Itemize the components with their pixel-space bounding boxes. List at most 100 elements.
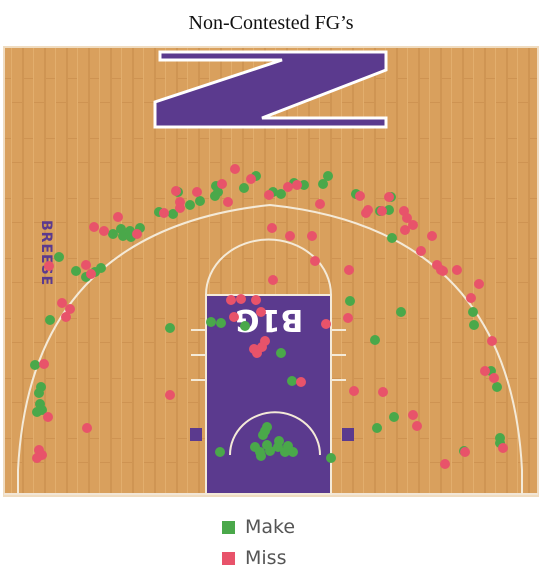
shot-miss-point [438, 266, 448, 276]
shot-miss-point [251, 295, 261, 305]
shot-make-point [469, 320, 479, 330]
shot-miss-point [384, 192, 394, 202]
shot-make-point [468, 307, 478, 317]
shot-miss-point [344, 265, 354, 275]
shot-make-point [287, 376, 297, 386]
shot-miss-point [226, 295, 236, 305]
shot-miss-point [377, 206, 387, 216]
shot-miss-point [267, 223, 277, 233]
legend-label-miss: Miss [245, 547, 287, 569]
shot-make-point [206, 317, 216, 327]
shot-miss-point [217, 179, 227, 189]
shot-make-point [32, 407, 42, 417]
block-left [190, 428, 202, 441]
shot-miss-point [192, 187, 202, 197]
shot-make-point [396, 307, 406, 317]
shot-make-point [239, 183, 249, 193]
shot-miss-point [57, 298, 67, 308]
shot-miss-point [230, 164, 240, 174]
shot-miss-point [343, 313, 353, 323]
shot-miss-point [412, 421, 422, 431]
shot-make-point [36, 382, 46, 392]
shot-miss-point [361, 208, 371, 218]
shot-miss-point [229, 312, 239, 322]
shot-miss-point [32, 453, 42, 463]
shot-make-point [54, 252, 64, 262]
shot-miss-point [416, 246, 426, 256]
shot-miss-point [355, 191, 365, 201]
shot-make-point [345, 296, 355, 306]
shot-make-point [215, 447, 225, 457]
shot-make-point [216, 318, 226, 328]
shot-make-point [276, 348, 286, 358]
b1g-logo: B1G [235, 302, 303, 337]
shot-make-point [288, 447, 298, 457]
shot-miss-point [460, 447, 470, 457]
shot-miss-point [132, 229, 142, 239]
shot-miss-point [268, 275, 278, 285]
shot-miss-point [480, 366, 490, 376]
shot-make-point [240, 321, 250, 331]
shot-miss-point [498, 443, 508, 453]
shot-make-point [96, 263, 106, 273]
shot-miss-point [427, 231, 437, 241]
shot-make-point [323, 171, 333, 181]
shot-miss-point [252, 348, 262, 358]
shot-miss-point [466, 293, 476, 303]
shot-miss-point [223, 197, 233, 207]
shot-miss-point [378, 387, 388, 397]
chart-title: Non-Contested FG’s [189, 12, 354, 34]
shot-miss-point [310, 256, 320, 266]
shot-miss-point [159, 208, 169, 218]
shot-make-point [372, 423, 382, 433]
sideline-text: BREESE [38, 220, 54, 286]
shot-make-point [185, 200, 195, 210]
shot-miss-point [246, 174, 256, 184]
shot-miss-point [175, 203, 185, 213]
shot-miss-point [44, 261, 54, 271]
shot-miss-point [39, 359, 49, 369]
shot-miss-point [296, 377, 306, 387]
shot-miss-point [292, 180, 302, 190]
shot-miss-point [349, 386, 359, 396]
shot-miss-point [307, 231, 317, 241]
shot-miss-point [236, 294, 246, 304]
legend-swatch-miss [222, 551, 235, 565]
shot-miss-point [171, 186, 181, 196]
shot-make-point [195, 196, 205, 206]
shot-make-point [326, 453, 336, 463]
shot-make-point [370, 335, 380, 345]
shot-miss-point [440, 459, 450, 469]
shot-miss-point [43, 412, 53, 422]
court-chart: BREESE B1G Non-Contested FG’s [3, 12, 539, 497]
shot-make-point [256, 451, 266, 461]
shot-make-point [30, 360, 40, 370]
shot-miss-point [489, 373, 499, 383]
shot-miss-point [474, 279, 484, 289]
shot-miss-point [81, 260, 91, 270]
shot-miss-point [82, 423, 92, 433]
shot-make-point [492, 382, 502, 392]
shot-miss-point [408, 410, 418, 420]
shot-make-point [389, 412, 399, 422]
shot-make-point [387, 233, 397, 243]
legend-item-miss: Miss [222, 545, 422, 571]
legend-label-make: Make [245, 516, 296, 538]
shot-miss-point [321, 319, 331, 329]
shot-miss-point [487, 336, 497, 346]
shot-miss-point [65, 304, 75, 314]
shot-miss-point [99, 226, 109, 236]
legend-swatch-make [222, 520, 235, 534]
shot-miss-point [165, 390, 175, 400]
block-right [342, 428, 354, 441]
shot-make-point [165, 323, 175, 333]
shot-miss-point [283, 182, 293, 192]
shot-miss-point [89, 222, 99, 232]
shot-miss-point [113, 212, 123, 222]
shot-miss-point [408, 220, 418, 230]
shot-miss-point [452, 265, 462, 275]
shot-miss-point [86, 269, 96, 279]
shot-miss-point [264, 190, 274, 200]
legend-item-make: Make [222, 514, 422, 540]
shot-make-point [45, 315, 55, 325]
